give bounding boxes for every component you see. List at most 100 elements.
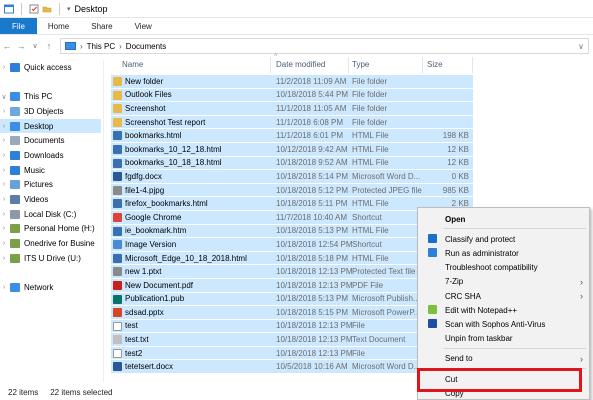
tab-share[interactable]: Share	[80, 18, 123, 34]
sidebar-item-music[interactable]: › Music	[0, 163, 101, 178]
chevron-right-icon[interactable]: ›	[0, 255, 8, 262]
chevron-right-icon[interactable]: ›	[0, 225, 8, 232]
table-row[interactable]: bookmarks_10_12_18.html 10/12/2018 9:42 A…	[111, 142, 473, 157]
table-row[interactable]: Screenshot 11/1/2018 11:05 AM File folder	[111, 102, 473, 116]
file-type: File	[352, 348, 365, 358]
html-file-icon	[113, 253, 122, 263]
chevron-right-icon[interactable]: ›	[0, 181, 8, 188]
column-divider[interactable]	[348, 57, 349, 73]
table-row[interactable]: file1-4.pjpg 10/18/2018 5:12 PM Protected …	[111, 183, 473, 198]
menu-item-label: Troubleshoot compatibility	[445, 263, 538, 273]
sidebar-item-its-u-drive-u[interactable]: › ITS U Drive (U:)	[0, 251, 101, 266]
chevron-right-icon[interactable]: ›	[0, 137, 8, 144]
network-drive-icon	[10, 239, 20, 249]
table-row[interactable]: bookmarks_10_18_18.html 10/18/2018 9:52 A…	[111, 156, 473, 171]
file-type: Microsoft PowerP...	[352, 307, 421, 317]
menu-item-7-zip[interactable]: 7-Zip ›	[418, 275, 589, 289]
file-type: PDF File	[352, 280, 384, 290]
file-type: HTML File	[352, 144, 389, 154]
chevron-down-icon[interactable]: ∨	[578, 42, 584, 51]
sidebar-item-network[interactable]: › Network	[0, 280, 101, 295]
chevron-right-icon[interactable]: ›	[0, 64, 8, 71]
file-date: 11/1/2018 6:01 PM	[276, 131, 344, 141]
column-header-type[interactable]: Type	[352, 60, 369, 69]
table-row[interactable]: Screenshot Test report 11/1/2018 6:08 PM F…	[111, 115, 473, 130]
column-header-size[interactable]: Size	[427, 60, 443, 69]
file-type: File folder	[352, 103, 388, 113]
chevron-right-icon[interactable]: ›	[0, 108, 8, 115]
sidebar-item-documents[interactable]: › Documents	[0, 133, 101, 148]
file-name: firefox_bookmarks.html	[125, 199, 208, 209]
column-divider[interactable]	[472, 57, 473, 73]
column-header-date[interactable]: Date modified	[276, 60, 325, 69]
word-icon	[113, 172, 122, 182]
tab-file[interactable]: File	[0, 18, 37, 34]
column-header-name[interactable]: Name	[122, 60, 143, 69]
sidebar-item-onedrive-for-busine[interactable]: › Onedrive for Busine	[0, 236, 101, 251]
menu-item-crc-sha[interactable]: CRC SHA ›	[418, 289, 589, 303]
table-row[interactable]: Outlook Files 10/18/2018 5:44 PM File fold…	[111, 88, 473, 103]
chevron-right-icon[interactable]: ›	[0, 196, 8, 203]
column-divider[interactable]	[270, 57, 271, 73]
sidebar-item-local-disk-c[interactable]: › Local Disk (C:)	[0, 207, 101, 222]
new-folder-icon[interactable]	[42, 4, 52, 14]
sidebar-item-3d-objects[interactable]: › 3D Objects	[0, 104, 101, 119]
menu-item-send-to[interactable]: Send to ›	[418, 352, 589, 366]
classify-icon	[428, 234, 437, 244]
sidebar-item-pictures[interactable]: › Pictures	[0, 178, 101, 193]
breadcrumb[interactable]: › This PC › Documents ∨	[60, 38, 589, 54]
chevron-right-icon[interactable]: ›	[0, 284, 8, 291]
menu-item-troubleshoot-compatibility[interactable]: Troubleshoot compatibility	[418, 261, 589, 275]
breadcrumb-documents[interactable]: Documents	[126, 42, 166, 51]
sidebar-item-quick-access[interactable]: › Quick access	[0, 60, 101, 75]
file-date: 11/1/2018 11:05 AM	[276, 103, 347, 113]
sidebar-item-label: Local Disk (C:)	[24, 209, 77, 219]
sidebar-item-this-pc[interactable]: ∨ This PC	[0, 89, 101, 104]
customize-toolbar-icon[interactable]: ▾	[67, 5, 71, 13]
sidebar-item-videos[interactable]: › Videos	[0, 192, 101, 207]
navigation-pane: › Quick access ∨ This PC › 3D Objects › Desktop…	[0, 60, 101, 382]
menu-item-open[interactable]: Open	[418, 212, 589, 226]
menu-item-unpin-from-taskbar[interactable]: Unpin from taskbar	[418, 332, 589, 346]
file-name: ie_bookmark.htm	[125, 226, 187, 236]
menu-item-run-as-administrator[interactable]: Run as administrator	[418, 246, 589, 260]
file-size: 198 KB	[442, 131, 469, 141]
sidebar-item-personal-home-h[interactable]: › Personal Home (H:)	[0, 222, 101, 237]
copy-highlight-box	[417, 368, 582, 392]
tab-view[interactable]: View	[124, 18, 163, 34]
chevron-right-icon[interactable]: ›	[0, 240, 8, 247]
file-type: File folder	[352, 117, 388, 127]
menu-item-edit-with-notepad[interactable]: Edit with Notepad++	[418, 303, 589, 317]
file-date: 10/12/2018 9:42 AM	[276, 144, 348, 154]
tab-home[interactable]: Home	[37, 18, 80, 34]
sidebar-item-downloads[interactable]: › Downloads	[0, 148, 101, 163]
recent-locations-button[interactable]: ∨	[28, 42, 42, 50]
table-row[interactable]: New folder 11/2/2018 11:09 AM File folder	[111, 75, 473, 89]
table-row[interactable]: bookmarks.html 11/1/2018 6:01 PM HTML File…	[111, 129, 473, 143]
chevron-right-icon[interactable]: ›	[119, 42, 122, 51]
item-count: 22 items	[8, 387, 39, 397]
notepadpp-icon	[428, 305, 437, 315]
chevron-right-icon[interactable]: ›	[0, 211, 8, 218]
publisher-icon	[113, 294, 122, 304]
forward-button[interactable]: →	[14, 41, 28, 51]
shortcut-icon	[113, 240, 122, 250]
file-size: 0 KB	[451, 171, 469, 181]
properties-icon[interactable]	[29, 4, 39, 14]
menu-item-classify-and-protect[interactable]: Classify and protect	[418, 232, 589, 246]
music-icon	[10, 165, 20, 175]
table-row[interactable]: fgdfg.docx 10/18/2018 5:14 PM Microsoft Wo…	[111, 170, 473, 184]
pane-divider[interactable]	[103, 60, 104, 382]
back-button[interactable]: ←	[0, 41, 14, 51]
breadcrumb-this-pc[interactable]: This PC	[87, 42, 115, 51]
chevron-down-icon[interactable]: ∨	[0, 93, 8, 101]
menu-item-scan-with-sophos-anti-virus[interactable]: Scan with Sophos Anti-Virus	[418, 317, 589, 331]
column-divider[interactable]	[422, 57, 423, 73]
chevron-right-icon[interactable]: ›	[0, 123, 8, 130]
chevron-right-icon[interactable]: ›	[0, 167, 8, 174]
chevron-right-icon[interactable]: ›	[80, 42, 83, 51]
chevron-right-icon[interactable]: ›	[0, 152, 8, 159]
sidebar-item-desktop[interactable]: › Desktop	[0, 118, 101, 134]
up-button[interactable]: ↑	[42, 41, 56, 51]
address-bar-row: ← → ∨ ↑ › This PC › Documents ∨	[0, 36, 593, 56]
